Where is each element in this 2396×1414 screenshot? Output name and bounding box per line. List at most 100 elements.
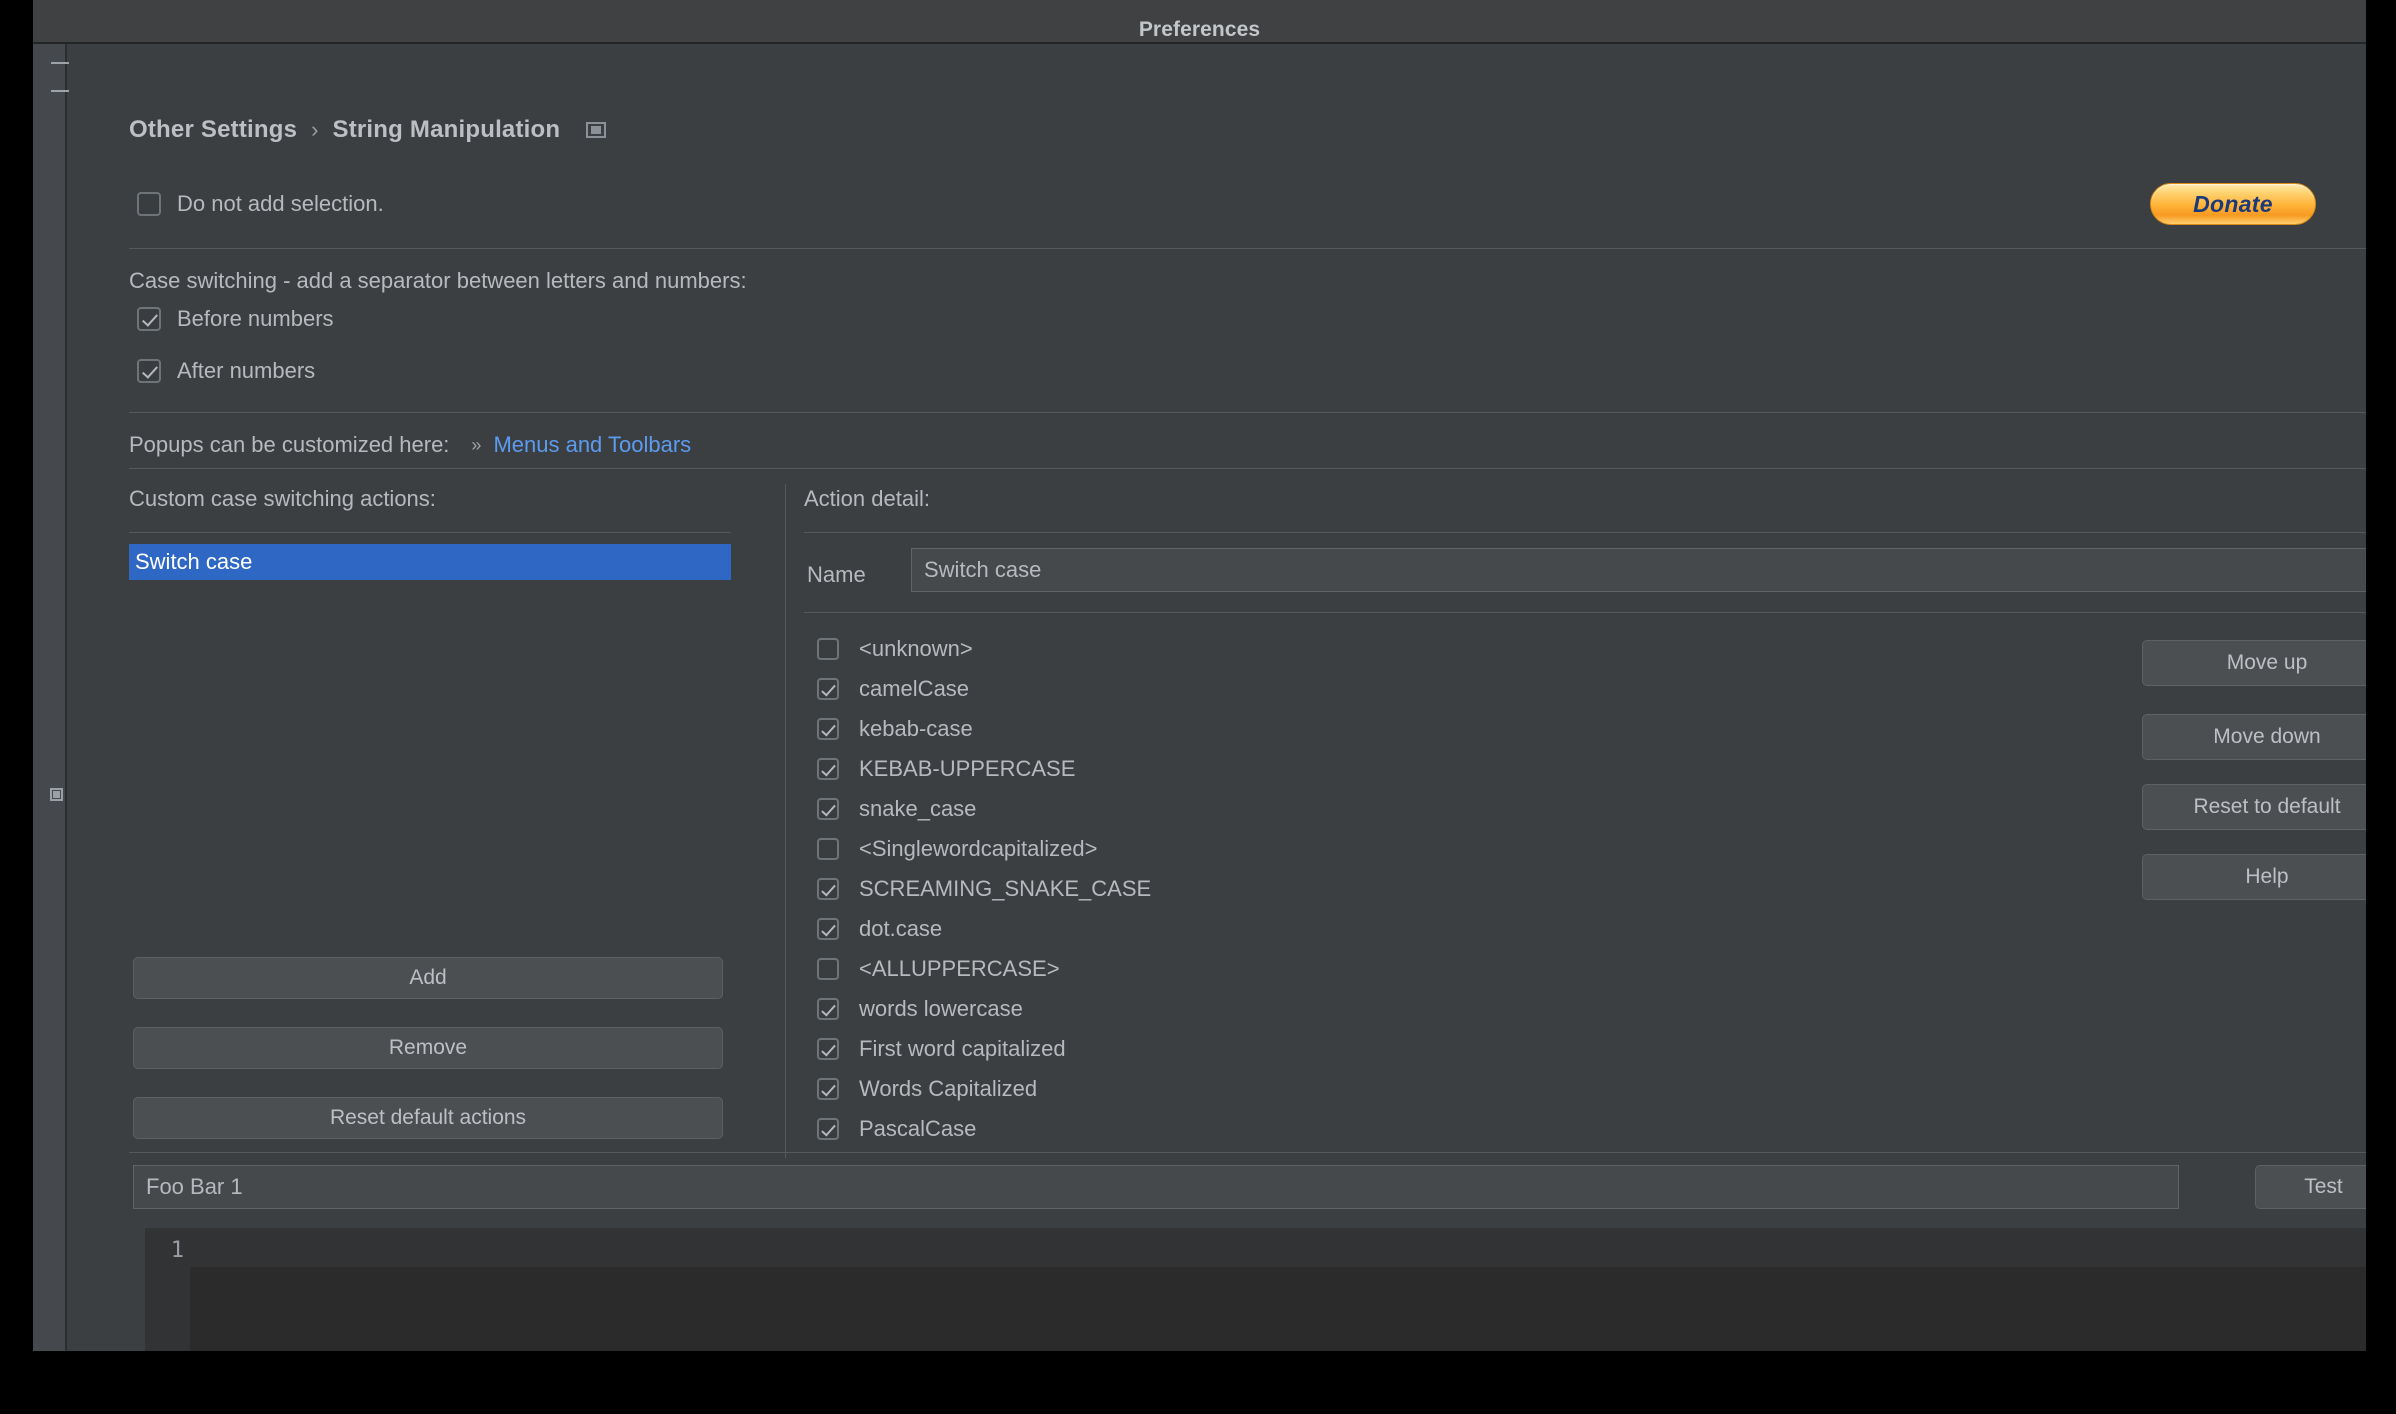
- settings-tree-panel[interactable]: [33, 44, 67, 1351]
- add-button-label: Add: [409, 966, 446, 990]
- case-type-row[interactable]: Words Capitalized: [817, 1069, 2077, 1109]
- popups-text: Popups can be customized here:: [129, 432, 449, 458]
- do-not-add-selection-label: Do not add selection.: [177, 192, 384, 216]
- case-type-row[interactable]: <ALLUPPERCASE>: [817, 949, 2077, 989]
- case-type-label: SCREAMING_SNAKE_CASE: [859, 878, 1151, 900]
- reset-to-default-label: Reset to default: [2193, 795, 2340, 819]
- case-type-row[interactable]: words lowercase: [817, 989, 2077, 1029]
- case-types-list[interactable]: <unknown> camelCase kebab-case KEBAB-UPP…: [817, 629, 2077, 1149]
- custom-actions-heading: Custom case switching actions:: [129, 486, 436, 512]
- editor-line-number: 1: [171, 1238, 184, 1263]
- help-label: Help: [2245, 865, 2288, 889]
- divider: [804, 612, 2366, 613]
- case-type-checkbox[interactable]: [817, 638, 839, 660]
- case-type-row[interactable]: <Singlewordcapitalized>: [817, 829, 2077, 869]
- preferences-dialog: Other Settings › String Manipulation Do …: [33, 42, 2366, 1351]
- case-type-checkbox[interactable]: [817, 678, 839, 700]
- case-type-label: words lowercase: [859, 998, 1023, 1020]
- window-titlebar: Preferences: [33, 0, 2366, 42]
- case-type-label: PascalCase: [859, 1118, 976, 1140]
- reset-default-actions-button[interactable]: Reset default actions: [133, 1097, 723, 1139]
- breadcrumb-current: String Manipulation: [332, 116, 560, 144]
- case-type-label: Words Capitalized: [859, 1078, 1037, 1100]
- case-type-row[interactable]: dot.case: [817, 909, 2077, 949]
- case-type-checkbox[interactable]: [817, 998, 839, 1020]
- divider: [129, 248, 2366, 249]
- after-numbers-label: After numbers: [177, 359, 315, 383]
- case-type-row[interactable]: camelCase: [817, 669, 2077, 709]
- chevron-right-icon: »: [471, 435, 481, 456]
- divider: [129, 412, 2366, 413]
- case-type-label: <unknown>: [859, 638, 973, 660]
- case-type-label: snake_case: [859, 798, 976, 820]
- screen: Preferences Other Settings › String Mani…: [0, 0, 2396, 1414]
- do-not-add-selection-checkbox[interactable]: [137, 192, 161, 216]
- donate-label: Donate: [2193, 191, 2273, 218]
- case-type-checkbox[interactable]: [817, 1078, 839, 1100]
- case-type-checkbox[interactable]: [817, 958, 839, 980]
- case-type-checkbox[interactable]: [817, 1038, 839, 1060]
- case-type-label: First word capitalized: [859, 1038, 1066, 1060]
- name-input-value: Switch case: [924, 557, 1041, 583]
- move-up-button[interactable]: Move up: [2142, 640, 2366, 686]
- editor-content[interactable]: [190, 1267, 2366, 1351]
- preview-editor[interactable]: 1: [145, 1228, 2366, 1351]
- case-type-checkbox[interactable]: [817, 878, 839, 900]
- before-numbers-row[interactable]: Before numbers: [137, 307, 334, 331]
- remove-button-label: Remove: [389, 1036, 467, 1060]
- name-input[interactable]: Switch case: [911, 548, 2366, 592]
- breadcrumb-separator: ›: [311, 119, 318, 141]
- divider: [129, 1152, 2366, 1153]
- case-type-label: dot.case: [859, 918, 942, 940]
- menus-and-toolbars-link[interactable]: Menus and Toolbars: [493, 432, 691, 458]
- donate-button[interactable]: Donate: [2150, 183, 2316, 225]
- divider: [129, 532, 731, 533]
- move-down-button[interactable]: Move down: [2142, 714, 2366, 760]
- panel-divider: [785, 484, 786, 1158]
- case-type-row[interactable]: PascalCase: [817, 1109, 2077, 1149]
- remove-button[interactable]: Remove: [133, 1027, 723, 1069]
- breadcrumb: Other Settings › String Manipulation: [129, 116, 606, 144]
- test-button-label: Test: [2304, 1175, 2343, 1199]
- case-type-checkbox[interactable]: [817, 798, 839, 820]
- window-title: Preferences: [1139, 19, 1260, 42]
- case-type-row[interactable]: SCREAMING_SNAKE_CASE: [817, 869, 2077, 909]
- breadcrumb-parent[interactable]: Other Settings: [129, 116, 297, 144]
- case-switching-heading: Case switching - add a separator between…: [129, 268, 747, 294]
- divider: [129, 468, 2366, 469]
- case-type-checkbox[interactable]: [817, 838, 839, 860]
- divider: [804, 532, 2366, 533]
- popups-customize-row: Popups can be customized here: » Menus a…: [129, 432, 691, 458]
- name-field-label: Name: [807, 562, 866, 588]
- before-numbers-label: Before numbers: [177, 307, 334, 331]
- after-numbers-row[interactable]: After numbers: [137, 359, 315, 383]
- test-button[interactable]: Test: [2255, 1165, 2366, 1209]
- help-button[interactable]: Help: [2142, 854, 2366, 900]
- window-icon[interactable]: [586, 122, 606, 138]
- add-button[interactable]: Add: [133, 957, 723, 999]
- case-type-checkbox[interactable]: [817, 758, 839, 780]
- reset-default-actions-label: Reset default actions: [330, 1106, 526, 1130]
- case-type-label: <Singlewordcapitalized>: [859, 838, 1098, 860]
- custom-actions-list[interactable]: Switch case: [129, 544, 731, 924]
- case-type-checkbox[interactable]: [817, 918, 839, 940]
- case-type-row[interactable]: First word capitalized: [817, 1029, 2077, 1069]
- settings-detail-pane: Other Settings › String Manipulation Do …: [69, 44, 2366, 1351]
- case-type-row[interactable]: <unknown>: [817, 629, 2077, 669]
- action-item-label: Switch case: [135, 549, 252, 575]
- editor-gutter: 1: [145, 1228, 190, 1351]
- case-type-row[interactable]: KEBAB-UPPERCASE: [817, 749, 2077, 789]
- reset-to-default-button[interactable]: Reset to default: [2142, 784, 2366, 830]
- move-down-label: Move down: [2213, 725, 2320, 749]
- test-input[interactable]: Foo Bar 1: [133, 1165, 2179, 1209]
- case-type-row[interactable]: kebab-case: [817, 709, 2077, 749]
- action-detail-heading: Action detail:: [804, 486, 930, 512]
- case-type-checkbox[interactable]: [817, 1118, 839, 1140]
- test-input-value: Foo Bar 1: [146, 1174, 243, 1200]
- case-type-checkbox[interactable]: [817, 718, 839, 740]
- case-type-row[interactable]: snake_case: [817, 789, 2077, 829]
- before-numbers-checkbox[interactable]: [137, 307, 161, 331]
- after-numbers-checkbox[interactable]: [137, 359, 161, 383]
- list-item[interactable]: Switch case: [129, 544, 731, 580]
- do-not-add-selection-row[interactable]: Do not add selection.: [137, 192, 384, 216]
